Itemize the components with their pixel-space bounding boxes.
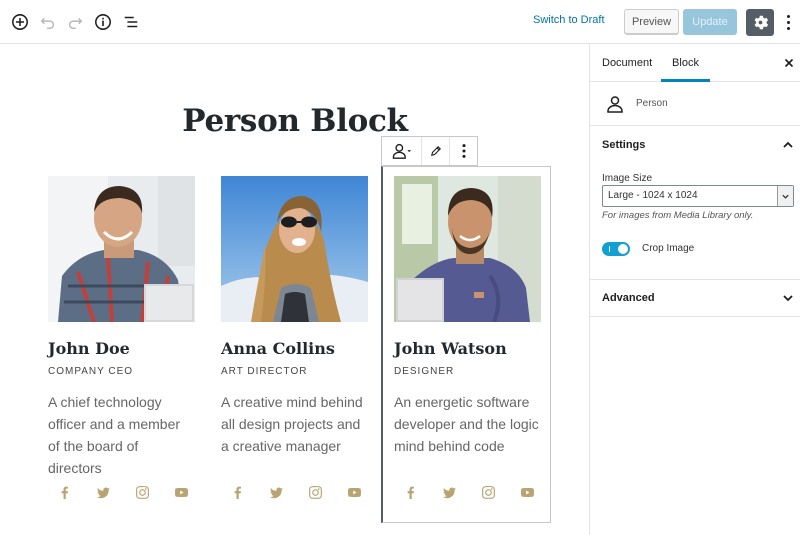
editor-canvas: Person Block John Doe COMPANY CEO A chie… (0, 44, 589, 535)
social-links (56, 484, 189, 500)
social-links (402, 484, 535, 500)
block-card: Person (590, 82, 800, 126)
person-role: Company CEO (48, 366, 134, 377)
add-block-icon[interactable] (9, 11, 31, 33)
twitter-icon[interactable] (441, 484, 457, 500)
toggle-knob (618, 244, 628, 254)
plus-circle-icon (12, 14, 28, 30)
block-toolbar (381, 136, 478, 166)
panel-title: Advanced (602, 292, 655, 304)
more-vertical-icon (786, 14, 790, 18)
block-more-options[interactable] (450, 137, 477, 165)
image-size-value: Large - 1024 x 1024 (608, 190, 698, 201)
close-icon[interactable] (782, 56, 796, 70)
person-name: John Watson (394, 339, 507, 358)
person-icon (607, 96, 623, 113)
facebook-icon[interactable] (402, 484, 418, 500)
chevron-down-icon (783, 295, 793, 302)
crop-image-toggle[interactable] (602, 242, 630, 256)
person-icon (392, 143, 411, 159)
person-name: Anna Collins (221, 339, 335, 358)
image-size-help: For images from Media Library only. (602, 210, 754, 221)
image-size-select[interactable]: Large - 1024 x 1024 (602, 185, 794, 207)
undo-button[interactable] (37, 11, 59, 33)
person-description: An energetic software developer and the … (394, 394, 539, 454)
chevron-down-icon (777, 186, 793, 206)
info-icon (95, 14, 111, 30)
page-title[interactable]: Person Block (0, 103, 589, 139)
facebook-icon[interactable] (56, 484, 72, 500)
preview-button[interactable]: Preview (624, 9, 679, 35)
person-description: A creative mind behind all design projec… (221, 394, 363, 454)
panel-title: Settings (602, 139, 646, 151)
settings-sidebar: Document Block Person Settings Image Siz… (589, 44, 800, 535)
more-vertical-icon (461, 144, 466, 158)
instagram-icon[interactable] (480, 484, 496, 500)
person-card[interactable]: John Doe Company CEO A chief technology … (48, 176, 195, 499)
person-photo (221, 176, 368, 322)
redo-button[interactable] (64, 11, 86, 33)
list-outline-icon (124, 16, 138, 28)
person-role: Designer (394, 366, 455, 377)
person-photo (48, 176, 195, 322)
social-links (229, 484, 362, 500)
settings-panel-toggle[interactable]: Settings (590, 126, 800, 164)
person-card[interactable]: Anna Collins Art Director A creative min… (221, 176, 368, 499)
block-navigation-button[interactable] (120, 11, 142, 33)
pencil-icon (430, 146, 441, 156)
youtube-icon[interactable] (346, 484, 362, 500)
twitter-icon[interactable] (95, 484, 111, 500)
advanced-panel[interactable]: Advanced (590, 280, 800, 317)
tab-document[interactable]: Document (602, 44, 652, 82)
redo-icon (68, 17, 83, 30)
image-size-label: Image Size (602, 173, 653, 184)
editor-header: Switch to Draft Preview Update (0, 0, 800, 44)
person-role: Art Director (221, 366, 308, 377)
youtube-icon[interactable] (519, 484, 535, 500)
person-photo (394, 176, 541, 322)
instagram-icon[interactable] (307, 484, 323, 500)
settings-button[interactable] (746, 9, 774, 36)
edit-block-button[interactable] (422, 137, 450, 165)
twitter-icon[interactable] (268, 484, 284, 500)
switch-to-draft-link[interactable]: Switch to Draft (533, 14, 605, 26)
person-card[interactable]: John Watson Designer An energetic softwa… (394, 176, 541, 499)
person-description: A chief technology officer and a member … (48, 394, 181, 476)
block-type-switcher[interactable] (382, 137, 422, 165)
gear-icon (754, 15, 768, 30)
instagram-icon[interactable] (134, 484, 150, 500)
youtube-icon[interactable] (173, 484, 189, 500)
tab-block[interactable]: Block (661, 44, 710, 82)
content-info-button[interactable] (92, 11, 114, 33)
person-name: John Doe (48, 339, 130, 358)
undo-icon (40, 17, 55, 30)
update-button[interactable]: Update (683, 9, 737, 35)
settings-panel: Settings Image Size Large - 1024 x 1024 … (590, 126, 800, 280)
chevron-up-icon (783, 141, 793, 148)
sidebar-tabs: Document Block (590, 44, 800, 82)
block-card-title: Person (636, 98, 668, 109)
facebook-icon[interactable] (229, 484, 245, 500)
more-tools-button[interactable] (780, 11, 796, 33)
crop-image-label: Crop Image (642, 243, 695, 254)
